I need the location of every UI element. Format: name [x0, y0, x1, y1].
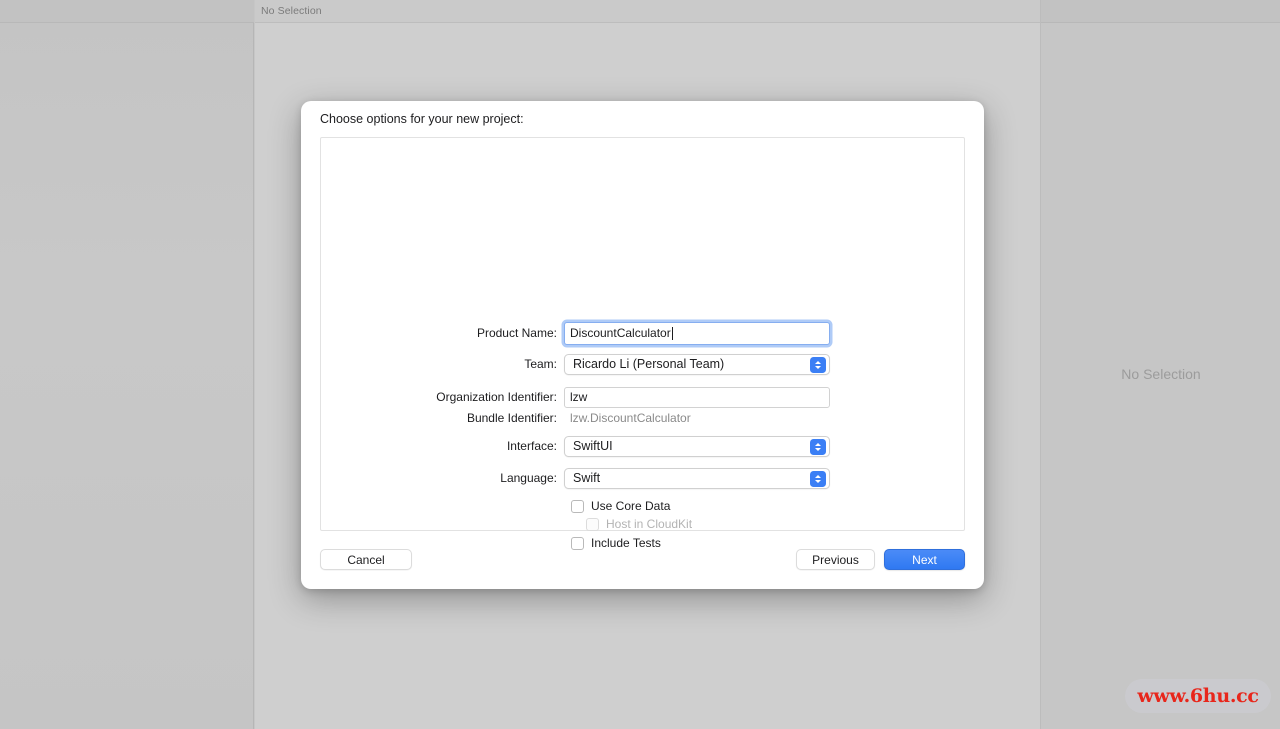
use-core-data-checkbox[interactable]	[571, 499, 584, 513]
checkbox-row-host-in-cloudkit: Host in CloudKit	[586, 515, 692, 533]
watermark-text: www.6hu.cc	[1137, 685, 1259, 707]
host-in-cloudkit-checkbox	[586, 517, 599, 531]
interface-value: SwiftUI	[573, 439, 613, 453]
host-in-cloudkit-label: Host in CloudKit	[606, 517, 693, 531]
cancel-button[interactable]: Cancel	[320, 549, 412, 570]
navigator-filter-bar	[0, 0, 254, 23]
project-options-form: Product Name: DiscountCalculator Team: R…	[321, 138, 966, 550]
label-team: Team:	[524, 357, 557, 371]
next-button[interactable]: Next	[884, 549, 965, 570]
team-dropdown[interactable]: Ricardo Li (Personal Team)	[564, 353, 830, 375]
language-value: Swift	[573, 471, 601, 485]
label-bundle-identifier: Bundle Identifier:	[466, 411, 557, 425]
dialog-title: Choose options for your new project:	[320, 112, 524, 126]
project-navigator-sidebar[interactable]	[0, 0, 254, 729]
organization-identifier-input[interactable]: lzw	[564, 386, 830, 408]
language-dropdown[interactable]: Swift	[564, 467, 830, 489]
checkbox-row-use-core-data[interactable]: Use Core Data	[571, 497, 670, 515]
field-row-bundle-identifier: Bundle Identifier: lzw.DiscountCalculato…	[321, 407, 691, 429]
field-row-product-name: Product Name: DiscountCalculator	[321, 321, 830, 345]
label-language: Language:	[500, 471, 557, 485]
interface-dropdown[interactable]: SwiftUI	[564, 435, 830, 457]
editor-status-label: No Selection	[261, 5, 322, 17]
previous-button[interactable]: Previous	[796, 549, 875, 570]
label-interface: Interface:	[506, 439, 557, 453]
dialog-content-panel: Product Name: DiscountCalculator Team: R…	[320, 137, 966, 550]
editor-jump-bar[interactable]: No Selection	[255, 0, 1040, 23]
chevron-up-glyph	[815, 443, 821, 447]
inspector-sidebar[interactable]: No Selection	[1040, 0, 1280, 729]
chevron-down-glyph	[815, 447, 821, 451]
bundle-identifier-value: lzw.DiscountCalculator	[570, 411, 691, 425]
chevron-up-down-icon	[810, 357, 826, 373]
chevron-down-glyph	[815, 365, 821, 369]
product-name-value: DiscountCalculator	[570, 326, 671, 340]
label-product-name: Product Name:	[476, 326, 557, 340]
product-name-input[interactable]: DiscountCalculator	[564, 321, 830, 345]
field-row-team: Team: Ricardo Li (Personal Team)	[321, 353, 830, 375]
new-project-options-dialog: Choose options for your new project: Pro…	[301, 101, 984, 589]
include-tests-checkbox[interactable]	[571, 536, 584, 550]
xcode-window: No Selection No Selection www.6hu.cc Cho…	[0, 0, 1280, 729]
include-tests-label: Include Tests	[591, 536, 661, 550]
organization-identifier-value: lzw	[570, 390, 588, 404]
field-row-language: Language: Swift	[321, 467, 830, 489]
text-caret	[671, 326, 673, 340]
field-row-interface: Interface: SwiftUI	[321, 435, 830, 457]
team-value: Ricardo Li (Personal Team)	[573, 357, 725, 371]
use-core-data-label: Use Core Data	[591, 499, 671, 513]
inspector-status-label: No Selection	[1121, 366, 1201, 382]
inspector-tab-bar[interactable]	[1041, 0, 1280, 23]
chevron-up-glyph	[815, 475, 821, 479]
field-row-organization-identifier: Organization Identifier: lzw	[321, 386, 830, 408]
watermark-badge: www.6hu.cc	[1125, 679, 1271, 713]
checkbox-row-include-tests[interactable]: Include Tests	[571, 534, 661, 552]
chevron-up-glyph	[815, 361, 821, 365]
chevron-up-down-icon	[810, 471, 826, 487]
label-organization-identifier: Organization Identifier:	[436, 390, 557, 404]
chevron-down-glyph	[815, 479, 821, 483]
chevron-up-down-icon	[810, 439, 826, 455]
